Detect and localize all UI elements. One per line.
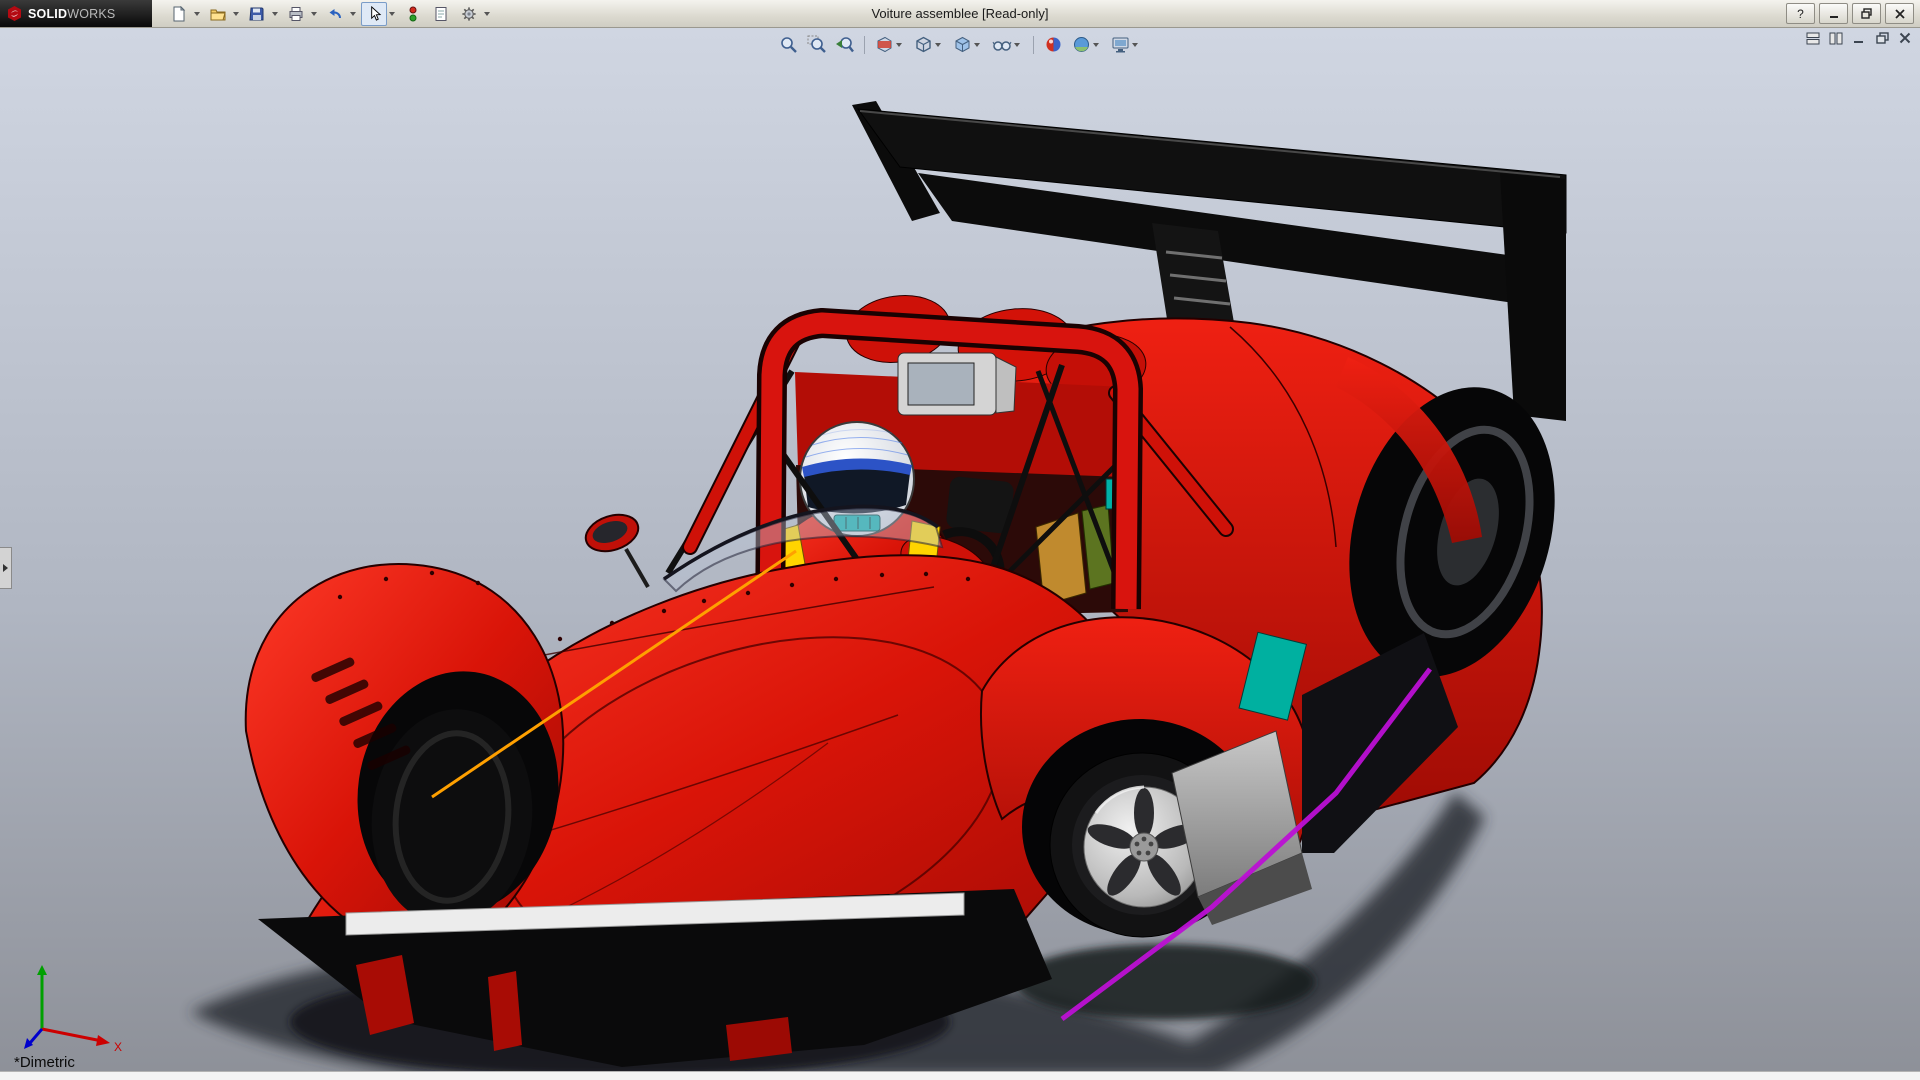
help-button[interactable]: ? [1786,3,1815,24]
close-button[interactable] [1885,3,1914,24]
file-properties-button[interactable] [428,2,454,26]
restore-button[interactable] [1852,3,1881,24]
toolbar-separator [864,36,865,54]
print-icon [288,6,304,22]
new-document-icon [171,6,187,22]
view-settings-caret[interactable] [1132,43,1138,47]
edit-appearance-button[interactable] [1041,32,1066,57]
save-floppy-icon [249,6,265,22]
select-button[interactable] [361,2,387,26]
previous-view-button[interactable] [832,32,857,57]
window-controls: ? [1786,3,1920,24]
view-orientation-label: *Dimetric [14,1054,75,1071]
save-button[interactable] [244,2,270,26]
solidworks-logo-icon [6,5,23,22]
print-button[interactable] [283,2,309,26]
feature-panel-expand-tab[interactable] [0,547,12,589]
minimize-button[interactable] [1819,3,1848,24]
view-settings-icon [1111,35,1130,54]
apply-scene-caret[interactable] [1093,43,1099,47]
hide-show-items-icon [992,35,1012,54]
expand-arrow-icon [3,564,8,572]
brand-text: SOLIDWORKS [28,7,115,21]
zoom-to-fit-icon [779,35,798,54]
close-icon [1895,9,1905,19]
options-button[interactable] [456,2,482,26]
options-gear-icon [461,6,477,22]
save-dropdown-caret[interactable] [272,12,278,16]
tile-horizontal-icon [1806,32,1820,45]
file-properties-icon [433,6,449,22]
section-view-icon [875,35,894,54]
display-style-icon [953,35,972,54]
triad-x-label: X [114,1040,122,1054]
apply-scene-icon [1072,35,1091,54]
model-viewport[interactable]: X [0,27,1920,1080]
doc-close-icon [1899,32,1911,44]
edit-appearance-icon [1044,35,1063,54]
undo-button[interactable] [322,2,348,26]
display-style-button[interactable] [950,32,986,57]
hide-show-items-button[interactable] [989,32,1026,57]
rebuild-stoplight-icon [407,6,419,22]
select-cursor-icon [367,6,382,21]
select-dropdown-caret[interactable] [389,12,395,16]
print-dropdown-caret[interactable] [311,12,317,16]
tile-vertical-icon [1829,32,1843,45]
undo-arrow-icon [327,6,343,22]
zoom-to-area-icon [807,35,826,54]
section-view-caret[interactable] [896,43,902,47]
title-bar: SOLIDWORKS [0,0,1920,28]
previous-view-icon [835,35,854,54]
new-dropdown-caret[interactable] [194,12,200,16]
restore-icon [1861,8,1872,19]
open-button[interactable] [205,2,231,26]
hide-show-items-caret[interactable] [1014,43,1020,47]
view-orientation-icon [914,35,933,54]
open-folder-icon [210,6,226,22]
heads-up-view-toolbar [768,30,1152,59]
section-view-button[interactable] [872,32,908,57]
doc-close-button[interactable] [1896,30,1914,46]
rebuild-button[interactable] [400,2,426,26]
graphics-area[interactable]: X [0,27,1920,1080]
document-window-controls [1804,30,1914,46]
doc-restore-icon [1876,32,1889,45]
zoom-to-fit-button[interactable] [776,32,801,57]
quick-access-toolbar [166,2,493,26]
undo-dropdown-caret[interactable] [350,12,356,16]
display-style-caret[interactable] [974,43,980,47]
view-settings-button[interactable] [1108,32,1144,57]
solidworks-logo: SOLIDWORKS [0,0,152,27]
view-orientation-button[interactable] [911,32,947,57]
open-dropdown-caret[interactable] [233,12,239,16]
apply-scene-button[interactable] [1069,32,1105,57]
view-orientation-caret[interactable] [935,43,941,47]
minimize-icon [1829,9,1839,19]
toolbar-separator [1033,36,1034,54]
solidworks-window: SOLIDWORKS [0,0,1920,1080]
new-button[interactable] [166,2,192,26]
doc-minimize-button[interactable] [1850,30,1868,46]
tile-vertically-button[interactable] [1827,30,1845,46]
doc-restore-button[interactable] [1873,30,1891,46]
doc-minimize-icon [1853,32,1865,44]
tile-horizontally-button[interactable] [1804,30,1822,46]
zoom-to-area-button[interactable] [804,32,829,57]
status-strip [0,1071,1920,1080]
rearview-mirror-box [898,353,1016,415]
options-dropdown-caret[interactable] [484,12,490,16]
